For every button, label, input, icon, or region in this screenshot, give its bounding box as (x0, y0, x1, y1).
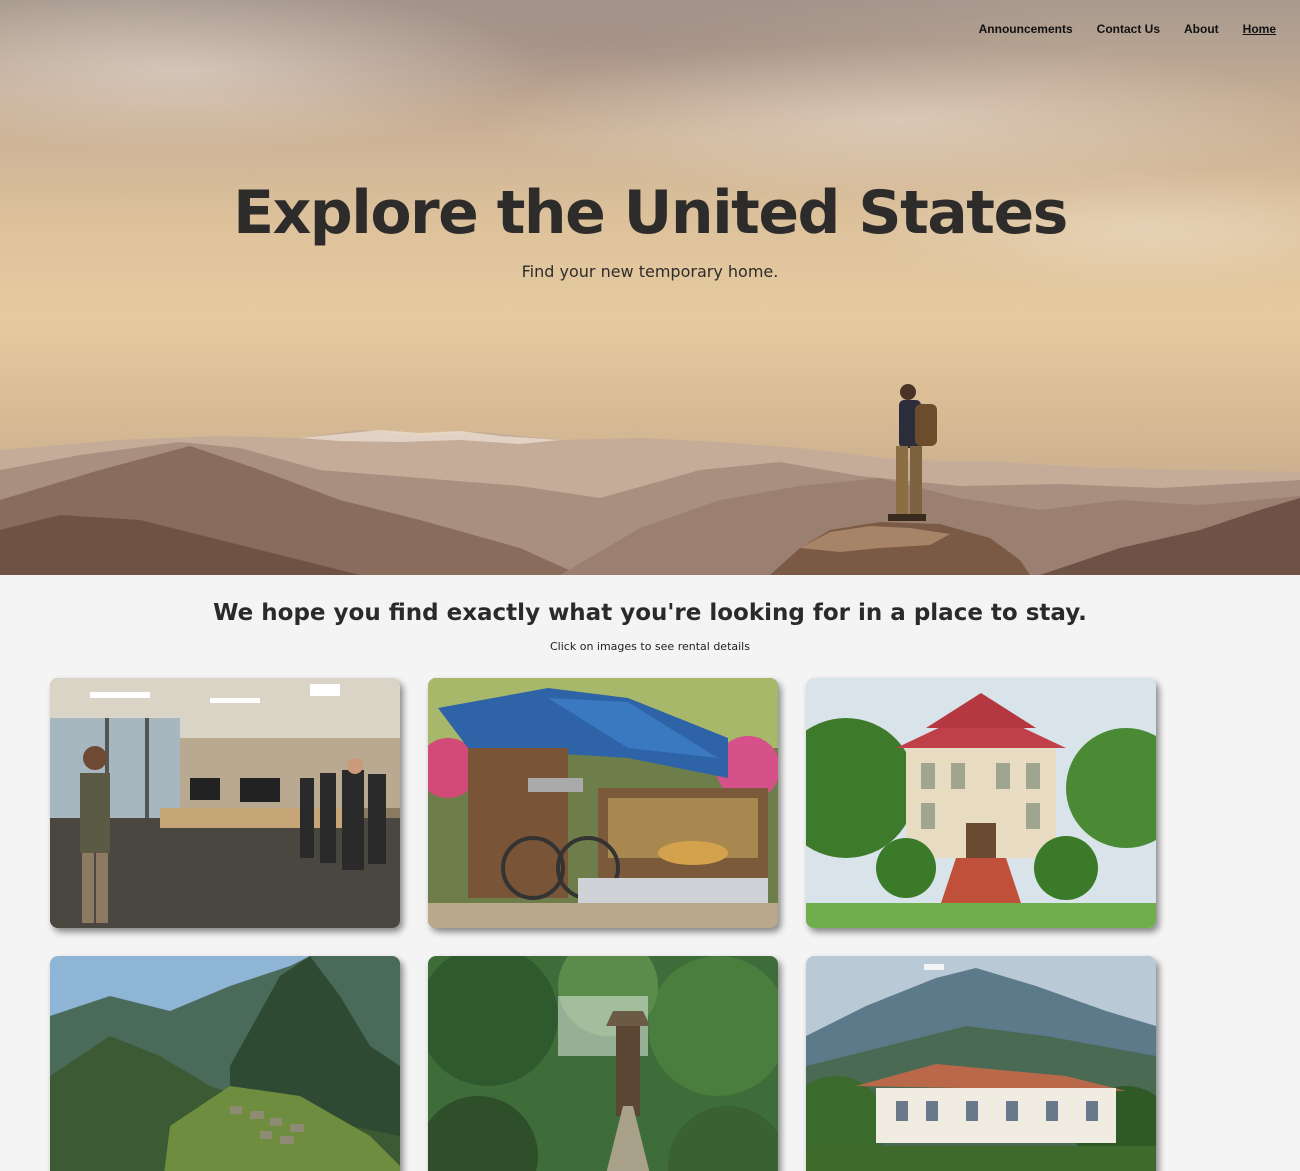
rental-image-mountain-ruins (50, 956, 400, 1171)
rental-image-office (50, 678, 400, 928)
rental-image-villa (806, 956, 1156, 1171)
rental-card-shack[interactable] (428, 678, 778, 928)
rental-card-mountain-ruins[interactable] (50, 956, 400, 1171)
nav-link-contact-us[interactable]: Contact Us (1097, 22, 1160, 36)
rental-card-treehouse[interactable] (428, 956, 778, 1171)
nav-link-announcements[interactable]: Announcements (979, 22, 1073, 36)
hero-subtitle: Find your new temporary home. (521, 262, 779, 281)
nav-link-home[interactable]: Home (1243, 22, 1276, 36)
nav-link-about[interactable]: About (1184, 22, 1219, 36)
rental-image-palace (806, 678, 1156, 928)
rental-image-treehouse (428, 956, 778, 1171)
hero-title: Explore the United States (233, 178, 1068, 248)
rental-card-palace[interactable] (806, 678, 1156, 928)
top-nav: Announcements Contact Us About Home (979, 22, 1276, 36)
rental-card-villa[interactable] (806, 956, 1156, 1171)
rental-card-office[interactable] (50, 678, 400, 928)
hero-landscape-image (0, 384, 1300, 575)
intro-heading: We hope you find exactly what you're loo… (213, 600, 1087, 626)
hero-banner: Announcements Contact Us About Home Expl… (0, 0, 1300, 575)
intro-note: Click on images to see rental details (550, 640, 750, 653)
rental-image-shack (428, 678, 778, 928)
